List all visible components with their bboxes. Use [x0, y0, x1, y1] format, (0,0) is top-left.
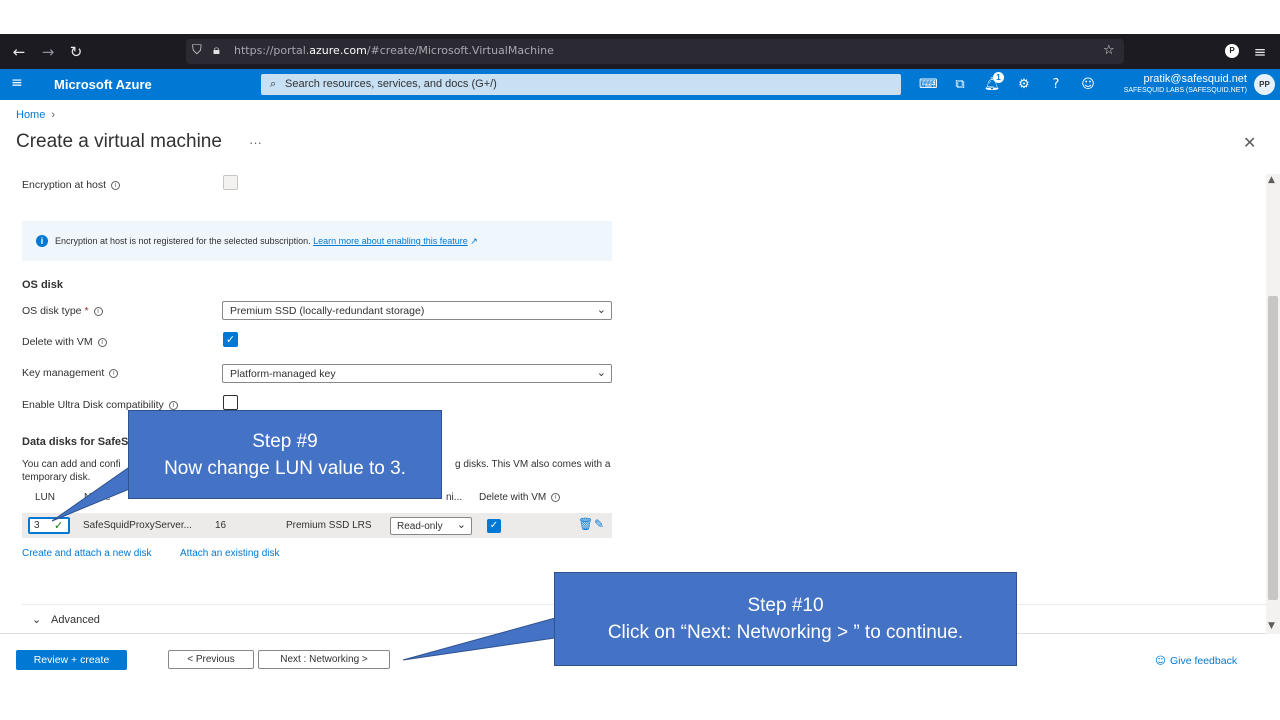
step10-pointer — [402, 617, 556, 661]
step9-callout: Step #9 Now change LUN value to 3. — [128, 410, 442, 499]
step10-text: Click on “Next: Networking > ” to contin… — [607, 622, 964, 643]
step9-text: Now change LUN value to 3. — [164, 458, 406, 479]
step10-title: Step #10 — [747, 595, 824, 616]
step10-callout: Step #10 Click on “Next: Networking > ” … — [554, 572, 1017, 666]
step9-title: Step #9 — [252, 431, 318, 452]
